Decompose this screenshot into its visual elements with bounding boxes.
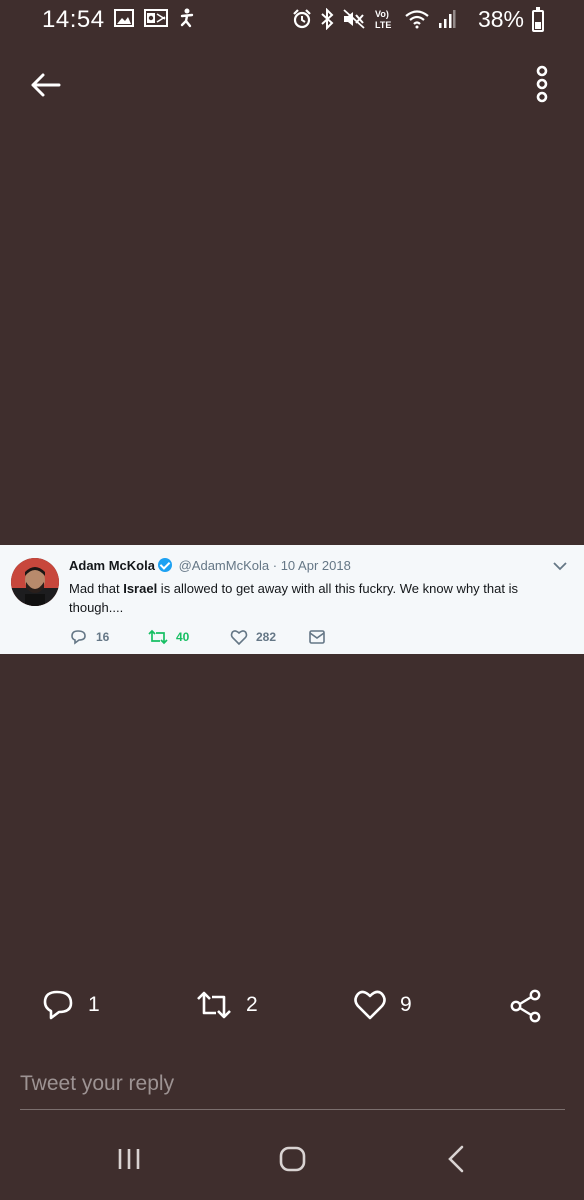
system-back-button[interactable] xyxy=(444,1142,468,1181)
battery-icon xyxy=(532,7,544,32)
battery-percent: 38% xyxy=(477,6,524,32)
tweet-like-count: 282 xyxy=(256,630,277,644)
reply-box xyxy=(20,1064,565,1110)
image-icon xyxy=(114,9,134,27)
wifi-icon xyxy=(405,10,429,29)
tweet-retweet-button[interactable]: 40 xyxy=(148,629,189,645)
separator-dot: · xyxy=(272,558,278,573)
like-count: 9 xyxy=(400,993,412,1016)
reply-bubble-icon xyxy=(43,990,73,1020)
back-button[interactable] xyxy=(26,65,66,105)
retweet-count: 2 xyxy=(246,993,258,1016)
like-button[interactable]: 9 xyxy=(354,989,412,1021)
reply-icon xyxy=(71,630,86,645)
status-time: 14:54 xyxy=(42,6,105,33)
envelope-icon xyxy=(309,630,325,644)
reply-input[interactable] xyxy=(20,1064,565,1104)
heart-icon xyxy=(230,630,248,645)
author-name[interactable]: Adam McKola xyxy=(69,558,155,573)
tweet-reply-count: 16 xyxy=(96,630,110,644)
avatar[interactable] xyxy=(11,558,59,606)
tweet-date[interactable]: 10 Apr 2018 xyxy=(281,558,351,573)
share-icon xyxy=(510,989,541,1023)
back-icon xyxy=(448,1145,464,1173)
status-right-icons: Vo) LTE xyxy=(292,8,456,30)
tweet-text: Mad that Israel is allowed to get away w… xyxy=(69,579,559,617)
tweet-text-start: Mad that xyxy=(69,581,124,596)
retweet-icon xyxy=(148,629,168,645)
share-button[interactable] xyxy=(509,989,543,1023)
reply-count: 1 xyxy=(88,993,100,1016)
bluetooth-icon xyxy=(321,8,334,30)
retweet-button[interactable]: 2 xyxy=(196,989,258,1021)
tweet-actions: 16 40 282 xyxy=(70,629,370,649)
svg-text:Vo): Vo) xyxy=(375,9,389,19)
status-bar: 14:54 Vo) LTE 38% xyxy=(0,0,584,40)
embedded-tweet-card[interactable]: Adam McKola @AdamMcKola · 10 Apr 2018 Ma… xyxy=(0,545,584,654)
heart-outline-icon xyxy=(354,990,386,1020)
system-nav-bar xyxy=(0,1138,584,1182)
home-button[interactable] xyxy=(278,1142,308,1181)
signal-icon xyxy=(439,10,456,28)
volte-icon: Vo)LTE xyxy=(375,9,391,30)
more-options-button[interactable] xyxy=(528,63,556,107)
status-left-icons xyxy=(114,8,196,28)
recent-apps-icon xyxy=(118,1149,140,1169)
tweet-dm-button[interactable] xyxy=(308,629,326,645)
arrow-left-icon xyxy=(31,73,61,97)
tweet-header: Adam McKola @AdamMcKola · 10 Apr 2018 xyxy=(69,558,351,573)
reply-button[interactable]: 1 xyxy=(42,989,100,1021)
accessibility-icon xyxy=(180,8,194,28)
tweet-text-bold[interactable]: Israel xyxy=(123,581,157,596)
tweet-options-button[interactable] xyxy=(552,559,568,571)
tweet-retweet-count: 40 xyxy=(176,630,190,644)
outlook-icon xyxy=(144,9,168,27)
chevron-down-icon xyxy=(553,562,567,571)
alarm-icon xyxy=(293,9,311,29)
recent-apps-button[interactable] xyxy=(116,1142,144,1181)
battery-level xyxy=(535,22,541,29)
home-icon xyxy=(279,1146,306,1172)
mute-icon xyxy=(343,9,365,29)
top-bar xyxy=(0,55,584,115)
retweet-arrows-icon xyxy=(197,991,231,1019)
svg-text:LTE: LTE xyxy=(375,20,391,30)
tweet-stats-bar: 1 2 9 xyxy=(0,985,584,1029)
avatar-image xyxy=(11,558,59,606)
tweet-reply-button[interactable]: 16 xyxy=(70,629,109,645)
verified-badge-icon xyxy=(157,558,172,572)
tweet-like-button[interactable]: 282 xyxy=(230,629,276,645)
more-vertical-icon xyxy=(536,65,548,103)
author-handle[interactable]: @AdamMcKola xyxy=(179,558,270,573)
